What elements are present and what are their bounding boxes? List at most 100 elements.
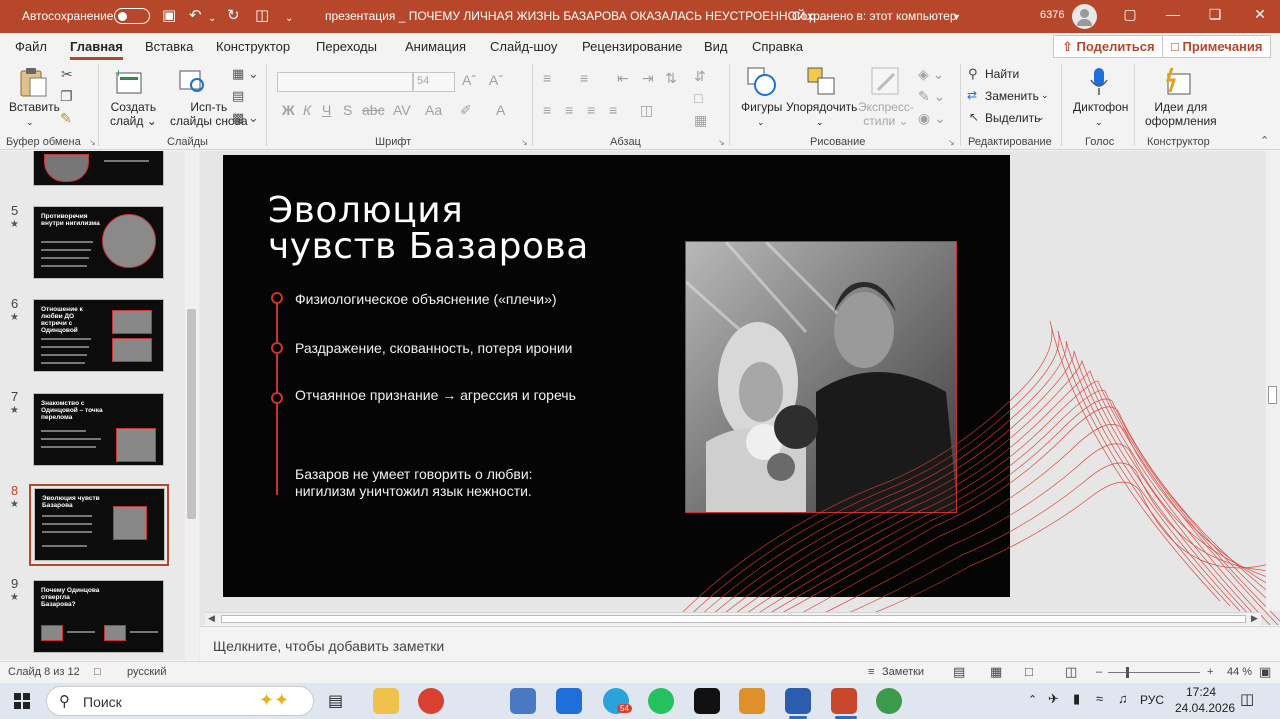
underline-icon[interactable]: Ч xyxy=(322,102,331,118)
slide-sorter-icon[interactable]: ▦ xyxy=(990,664,1002,680)
format-painter-icon[interactable]: ✎ xyxy=(60,110,72,127)
spacing-icon[interactable]: AV xyxy=(393,102,411,118)
comments-button[interactable]: □ Примечания xyxy=(1162,35,1272,58)
bold-icon[interactable]: Ж xyxy=(282,102,295,118)
zoom-slider[interactable] xyxy=(1108,667,1200,678)
align-right-icon[interactable]: ≡ xyxy=(587,102,595,118)
language-indicator[interactable]: русский xyxy=(127,666,166,678)
quick-styles-label[interactable]: Экспресс-стили ⌄ xyxy=(858,100,914,128)
align-text-icon[interactable]: □ xyxy=(694,90,702,106)
powerpoint-icon[interactable] xyxy=(831,688,857,714)
document-title[interactable]: презентация _ ПОЧЕМУ ЛИЧНАЯ ЖИЗНЬ БАЗАРО… xyxy=(325,9,826,23)
replace-icon[interactable]: ⇄ xyxy=(967,88,977,102)
smartart-icon[interactable]: ▦ xyxy=(694,112,707,129)
ribbon-display-icon[interactable]: ▢ xyxy=(1115,6,1145,23)
reset-icon[interactable]: ▤ xyxy=(232,88,244,104)
align-left-icon[interactable]: ≡ xyxy=(543,102,551,118)
tab-home[interactable]: Главная xyxy=(70,39,123,60)
shapes-dropdown-icon[interactable]: ⌄ xyxy=(757,115,765,129)
drawing-launcher-icon[interactable]: ↘ xyxy=(948,138,955,147)
save-icon[interactable]: ▣ xyxy=(162,7,176,25)
normal-view-icon[interactable]: ▤ xyxy=(953,664,965,680)
share-button[interactable]: ⇧ Поделиться xyxy=(1053,35,1164,58)
input-language[interactable]: РУС xyxy=(1140,693,1164,707)
editor-horizontal-scrollbar[interactable]: ◀ ▶ xyxy=(205,612,1261,625)
clipboard-launcher-icon[interactable]: ↘ xyxy=(89,138,96,147)
task-view-icon[interactable]: ▤ xyxy=(328,691,343,711)
font-color-icon[interactable]: A xyxy=(496,102,505,118)
fit-to-window-icon[interactable]: ▣ xyxy=(1259,664,1271,680)
file-explorer-icon[interactable] xyxy=(373,688,399,714)
notes-toggle-button[interactable]: Заметки xyxy=(882,666,924,678)
font-grow-icon[interactable]: Aˆ xyxy=(462,72,476,88)
justify-icon[interactable]: ≡ xyxy=(609,102,617,118)
zoom-slider-thumb[interactable] xyxy=(1126,667,1129,678)
designer-ideas-label[interactable]: Идеи для оформления xyxy=(1145,100,1217,128)
align-center-icon[interactable]: ≡ xyxy=(565,102,573,118)
shape-outline-icon[interactable]: ✎ ⌄ xyxy=(918,88,945,105)
tab-animations[interactable]: Анимация xyxy=(405,39,466,54)
maximize-icon[interactable]: ❏ xyxy=(1200,6,1230,23)
minimize-icon[interactable]: — xyxy=(1158,6,1188,22)
network-icon[interactable]: ✈ xyxy=(1048,691,1059,707)
shapes-icon[interactable] xyxy=(746,66,778,98)
decrease-indent-icon[interactable]: ⇤ xyxy=(617,70,629,87)
autosave-toggle[interactable] xyxy=(114,8,150,24)
avatar[interactable] xyxy=(1072,4,1097,29)
replace-button[interactable]: Заменить xyxy=(985,89,1039,103)
app-black-icon[interactable] xyxy=(694,688,720,714)
undo-dropdown-icon[interactable]: ⌄ xyxy=(208,10,216,28)
italic-icon[interactable]: К xyxy=(303,102,311,118)
editor-hscroll-thumb[interactable] xyxy=(221,615,1246,623)
tab-help[interactable]: Справка xyxy=(752,39,803,54)
font-name-combo[interactable] xyxy=(277,72,413,92)
case-icon[interactable]: Aa xyxy=(425,102,442,118)
arrange-label[interactable]: Упорядочить xyxy=(786,100,857,114)
paste-icon[interactable] xyxy=(18,66,48,98)
notifications-icon[interactable]: ◫ xyxy=(1240,690,1254,708)
shadow-icon[interactable]: S xyxy=(343,102,352,118)
chrome-icon[interactable] xyxy=(418,688,444,714)
select-button[interactable]: Выделить xyxy=(985,111,1040,125)
thumbnails-scroll-thumb[interactable] xyxy=(187,309,196,519)
redo-icon[interactable]: ↻ xyxy=(227,7,240,25)
font-size-combo[interactable]: 54 xyxy=(413,72,455,92)
arrange-icon[interactable] xyxy=(806,66,838,98)
word-icon[interactable] xyxy=(785,688,811,714)
spellcheck-icon[interactable]: □ xyxy=(94,666,101,678)
notes-icon[interactable]: ≡ xyxy=(868,666,874,678)
new-slide-icon[interactable]: + xyxy=(115,68,145,96)
clock-date[interactable]: 24.04.2026 xyxy=(1175,701,1235,715)
taskbar-search-box[interactable]: ⚲ Поиск ✦✦ xyxy=(46,686,314,716)
layout-icon[interactable]: ▦ ⌄ xyxy=(232,66,259,82)
tab-transitions[interactable]: Переходы xyxy=(316,39,377,54)
slideshow-icon[interactable]: ◫ xyxy=(1065,664,1077,680)
new-slide-label[interactable]: Создать слайд ⌄ xyxy=(110,100,157,128)
quick-styles-icon[interactable] xyxy=(870,66,902,98)
editor-scroll-thumb[interactable] xyxy=(1268,386,1277,404)
paste-dropdown-icon[interactable]: ⌄ xyxy=(26,115,34,129)
scroll-left-icon[interactable]: ◀ xyxy=(208,613,215,624)
zoom-level[interactable]: 44 % xyxy=(1227,666,1252,678)
slide-thumbnail[interactable]: Почему Одинцова отвергла Базарова? xyxy=(33,580,164,653)
slide-thumbnail-selected[interactable]: Эволюция чувств Базарова xyxy=(34,488,165,561)
tab-review[interactable]: Рецензирование xyxy=(582,39,682,54)
editor-vertical-scrollbar[interactable] xyxy=(1266,151,1280,611)
customize-qat-icon[interactable]: ⌄ xyxy=(285,10,293,28)
saved-status-chevron-icon[interactable]: ▼ xyxy=(952,12,961,22)
tab-file[interactable]: Файл xyxy=(15,39,47,54)
collapse-ribbon-icon[interactable]: ⌃ xyxy=(1260,134,1269,147)
paste-label[interactable]: Вставить xyxy=(9,100,60,114)
wifi-icon[interactable]: ≈ xyxy=(1096,691,1103,706)
chrome-2-icon[interactable] xyxy=(876,688,902,714)
font-shrink-icon[interactable]: Aˇ xyxy=(489,72,503,88)
numbering-icon[interactable]: ≡ xyxy=(580,70,588,86)
clear-format-icon[interactable]: ✐ xyxy=(460,102,472,119)
notes-pane[interactable]: Щелкните, чтобы добавить заметки xyxy=(200,626,1280,661)
close-icon[interactable]: ✕ xyxy=(1245,6,1275,23)
select-dropdown-icon[interactable]: ⌄ xyxy=(1037,110,1045,124)
volume-icon[interactable]: ♫ xyxy=(1118,691,1128,706)
cut-icon[interactable]: ✂ xyxy=(61,66,73,83)
replace-dropdown-icon[interactable]: ⌄ xyxy=(1041,88,1049,102)
clock-time[interactable]: 17:24 xyxy=(1186,685,1216,699)
